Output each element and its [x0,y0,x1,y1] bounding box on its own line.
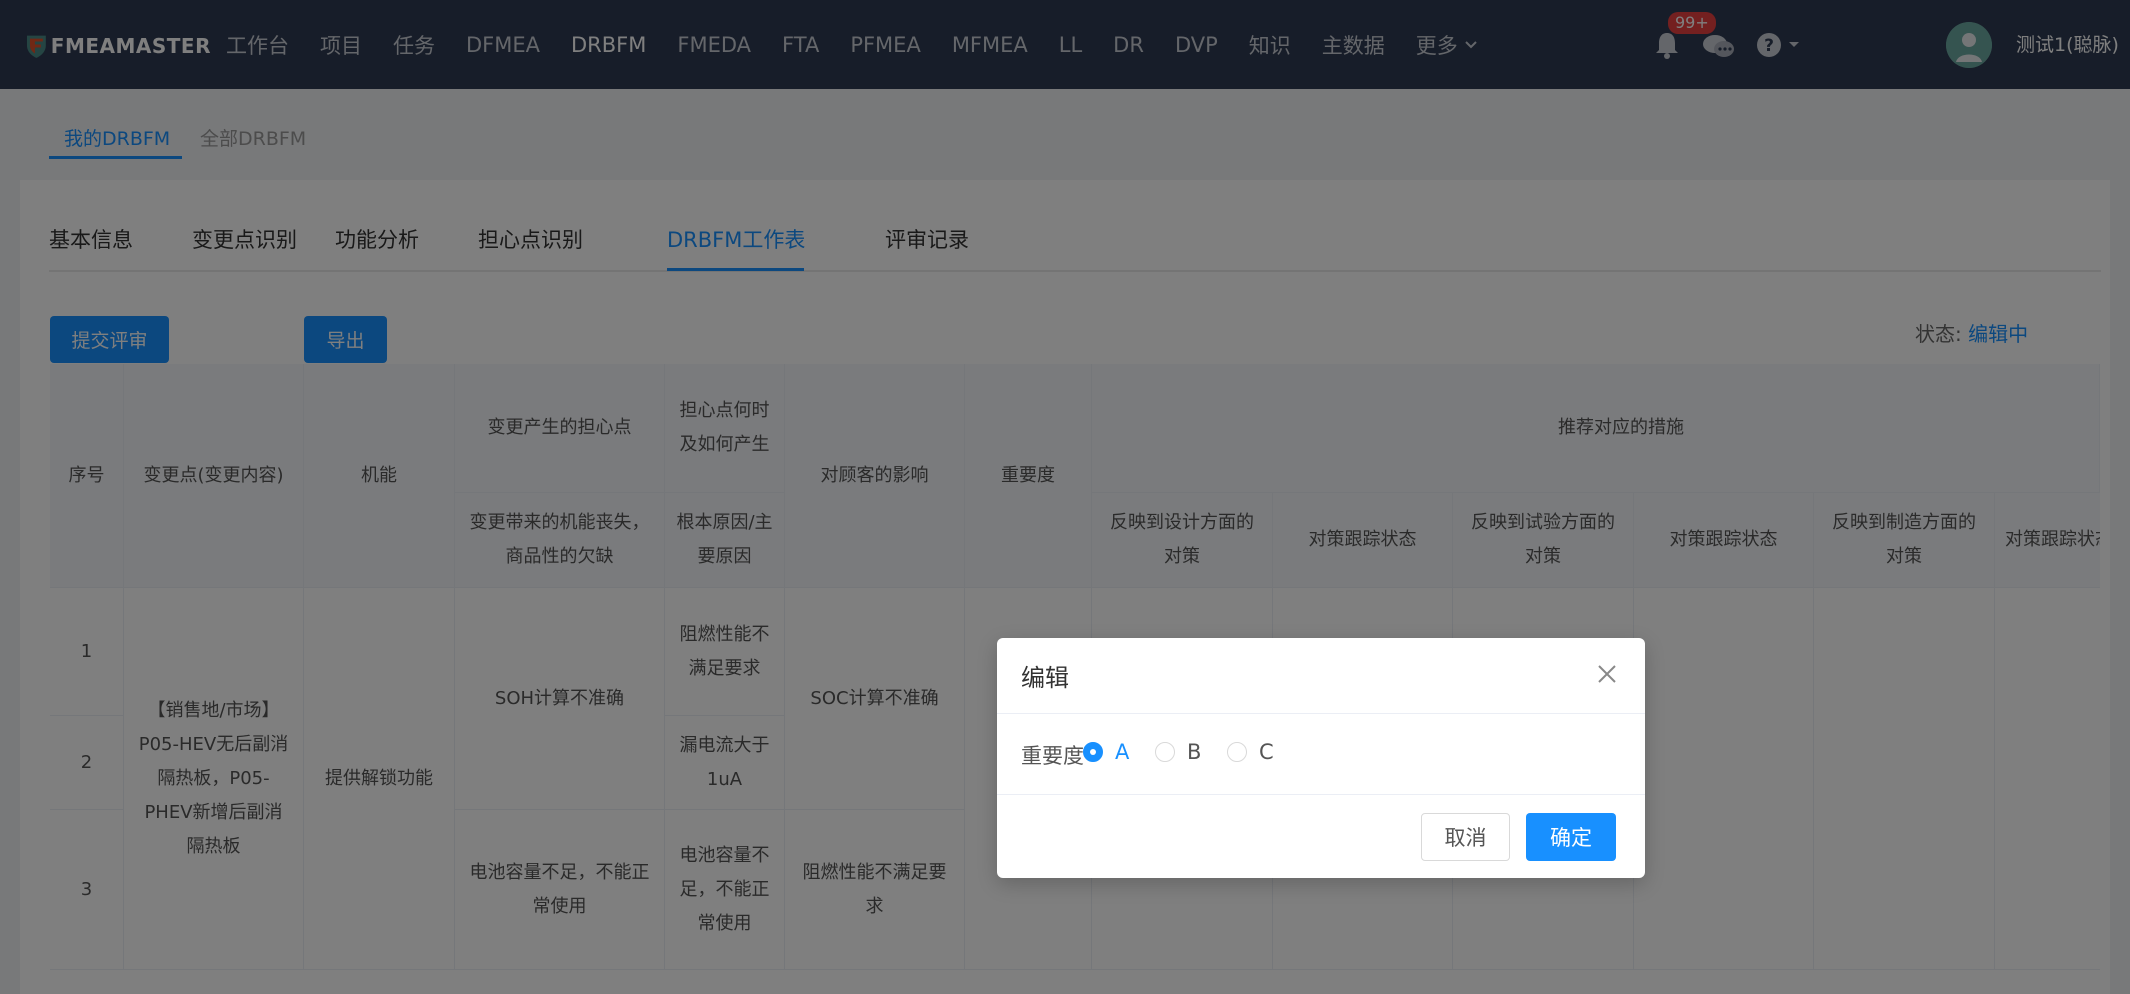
confirm-button[interactable]: 确定 [1526,813,1616,861]
edit-importance-dialog: 编辑 重要度 A B C 取消 确定 [997,638,1645,878]
radio-a-label: A [1115,740,1130,764]
importance-radio-c[interactable]: C [1227,740,1274,764]
dialog-footer-divider [997,794,1645,795]
importance-radio-b[interactable]: B [1155,740,1201,764]
radio-b-label: B [1187,740,1202,764]
radio-unchecked-icon [1227,742,1247,762]
radio-c-label: C [1259,740,1274,764]
dialog-header-divider [997,713,1645,714]
cancel-button[interactable]: 取消 [1421,813,1510,861]
radio-unchecked-icon [1155,742,1175,762]
close-icon[interactable] [1595,662,1619,686]
importance-field-label: 重要度 [1021,744,1084,768]
importance-radio-a[interactable]: A [1083,740,1129,764]
radio-checked-icon [1083,742,1103,762]
dialog-title: 编辑 [1021,664,1069,692]
